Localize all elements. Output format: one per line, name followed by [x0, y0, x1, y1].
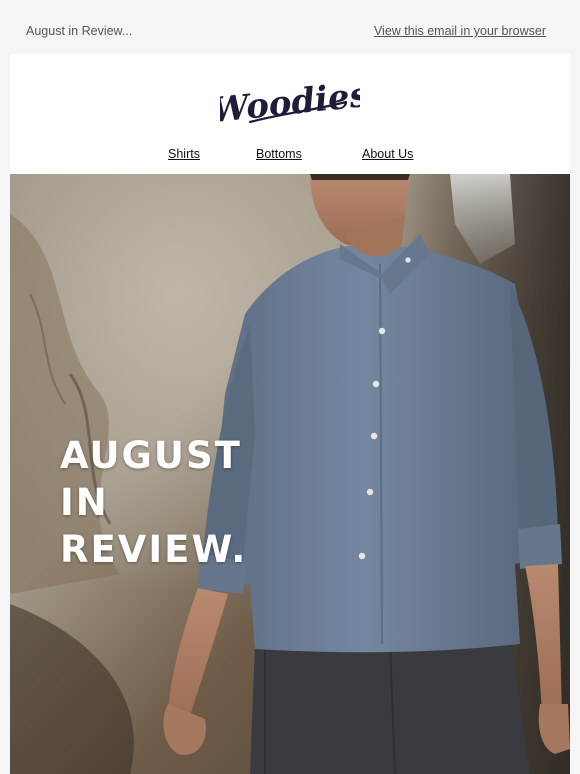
hero-title-line-3: REVIEW.: [60, 528, 248, 571]
woodies-logo[interactable]: Woodies: [209, 70, 371, 132]
email-page: August in Review... View this email in y…: [0, 0, 580, 774]
nav-bottoms-link[interactable]: Bottoms: [256, 147, 302, 161]
hero-title-line-2: IN: [60, 481, 109, 524]
hero-banner[interactable]: AUGUST IN REVIEW.: [10, 174, 570, 774]
main-nav: Shirts Bottoms About Us: [10, 147, 570, 169]
preheader-title: August in Review...: [26, 24, 133, 38]
preheader: August in Review... View this email in y…: [0, 0, 580, 54]
email-card: Woodies Shirts Bottoms About Us AUGUST I…: [10, 54, 570, 774]
nav-about-us-link[interactable]: About Us: [362, 147, 413, 161]
hero-title: AUGUST IN REVIEW.: [60, 432, 247, 573]
hero-title-line-1: AUGUST: [60, 434, 242, 477]
nav-shirts-link[interactable]: Shirts: [168, 147, 200, 161]
view-in-browser-link[interactable]: View this email in your browser: [374, 24, 546, 38]
